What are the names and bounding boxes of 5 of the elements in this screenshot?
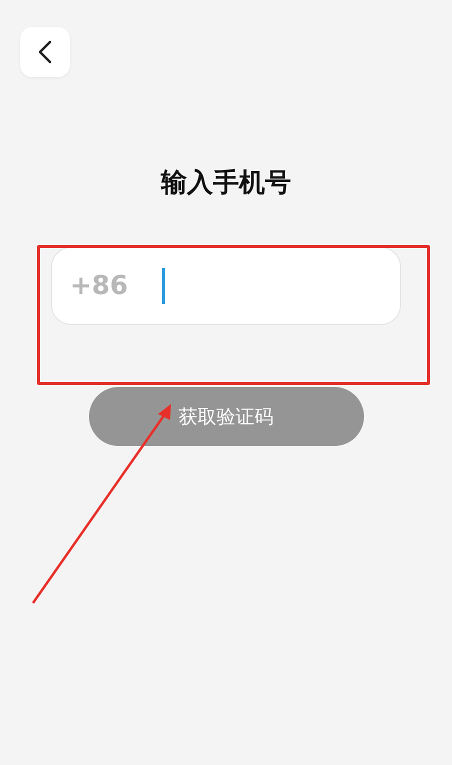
back-button[interactable] bbox=[20, 27, 70, 77]
phone-input-field[interactable]: +86 bbox=[51, 247, 401, 325]
back-icon bbox=[38, 40, 52, 64]
page-title: 输入手机号 bbox=[160, 167, 292, 200]
country-code: +86 bbox=[70, 271, 129, 301]
